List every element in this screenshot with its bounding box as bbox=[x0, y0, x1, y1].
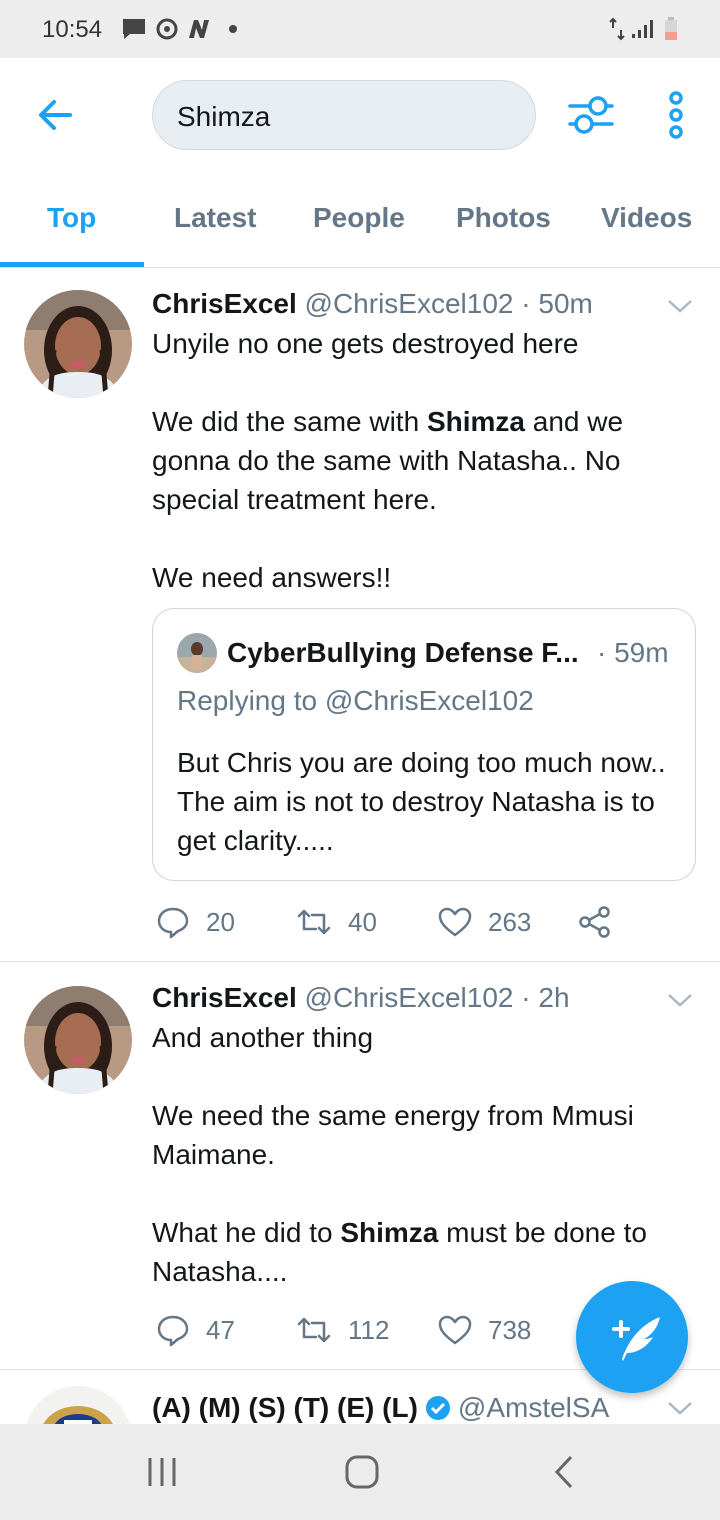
status-bar: 10:54 bbox=[0, 0, 720, 58]
data-arrows-icon bbox=[606, 17, 628, 41]
replying-to[interactable]: Replying to @ChrisExcel102 bbox=[177, 685, 534, 717]
author-handle[interactable]: @ChrisExcel102 bbox=[305, 982, 514, 1013]
recents-icon[interactable] bbox=[146, 1454, 178, 1490]
retweet-icon bbox=[297, 909, 331, 935]
back-arrow-icon[interactable] bbox=[32, 92, 78, 138]
quote-avatar bbox=[177, 633, 217, 673]
share-button[interactable] bbox=[578, 902, 612, 942]
verified-badge-icon bbox=[425, 1396, 450, 1420]
reply-icon bbox=[157, 907, 189, 939]
back-icon[interactable] bbox=[552, 1454, 576, 1490]
quote-time: · 59m bbox=[597, 637, 669, 668]
avatar[interactable] bbox=[24, 1386, 132, 1424]
like-button[interactable]: 263 bbox=[438, 902, 531, 942]
more-vertical-icon[interactable] bbox=[662, 90, 690, 140]
search-input[interactable]: Shimza bbox=[152, 80, 536, 150]
chevron-down-icon[interactable] bbox=[666, 296, 694, 316]
tab-top[interactable]: Top bbox=[47, 202, 96, 234]
reply-count: 20 bbox=[206, 906, 235, 937]
active-tab-indicator bbox=[0, 262, 144, 267]
retweet-count: 112 bbox=[348, 1314, 390, 1345]
author-handle[interactable]: @ChrisExcel102 bbox=[305, 288, 514, 319]
tweet-line: And another thing bbox=[152, 1022, 374, 1053]
heart-icon bbox=[438, 907, 472, 937]
search-value: Shimza bbox=[177, 101, 271, 132]
chevron-down-icon[interactable] bbox=[666, 990, 694, 1010]
tab-photos[interactable]: Photos bbox=[456, 202, 551, 234]
quoted-tweet[interactable]: CyberBullying Defense F... · 59m Replyin… bbox=[152, 608, 696, 881]
dot-icon bbox=[226, 17, 240, 41]
retweet-count: 40 bbox=[348, 906, 377, 937]
tweet-line: We did the same with Shimza and we gonna… bbox=[152, 406, 624, 515]
home-icon[interactable] bbox=[344, 1454, 380, 1490]
like-count: 738 bbox=[488, 1314, 532, 1345]
tweet-line: We need answers!! bbox=[152, 562, 392, 593]
battery-low-icon bbox=[662, 17, 680, 41]
tab-videos[interactable]: Videos bbox=[601, 202, 692, 234]
quote-author-name: CyberBullying Defense F... bbox=[227, 637, 579, 668]
retweet-button[interactable]: 40 bbox=[296, 902, 377, 942]
share-icon bbox=[579, 906, 610, 938]
avatar[interactable] bbox=[24, 986, 132, 1094]
author-name[interactable]: (A) (M) (S) (T) (E) (L) bbox=[152, 1392, 418, 1424]
tab-latest[interactable]: Latest bbox=[174, 202, 256, 234]
tweet-line: What he did to Shimza must be done to Na… bbox=[152, 1217, 647, 1287]
tweet-line: Unyile no one gets destroyed here bbox=[152, 328, 579, 359]
chevron-down-icon[interactable] bbox=[666, 1398, 694, 1418]
author-handle[interactable]: @AmstelSA bbox=[458, 1392, 609, 1424]
heart-icon bbox=[438, 1315, 472, 1345]
highlight-term: Shimza bbox=[426, 406, 525, 437]
tweet-text: Unyile no one gets destroyed here We did… bbox=[152, 324, 692, 597]
tweet-time: · 2h bbox=[521, 982, 570, 1013]
tweet-line: We need the same energy from Mmusi Maima… bbox=[152, 1100, 634, 1170]
message-icon bbox=[120, 17, 148, 41]
highlight-term: Shimza bbox=[340, 1217, 439, 1248]
retweet-button[interactable]: 112 bbox=[296, 1310, 389, 1350]
avatar[interactable] bbox=[24, 290, 132, 398]
like-count: 263 bbox=[488, 906, 532, 937]
news-icon bbox=[186, 17, 212, 41]
quote-text: But Chris you are doing too much now.. T… bbox=[177, 747, 666, 856]
reply-count: 47 bbox=[206, 1314, 235, 1345]
like-button[interactable]: 738 bbox=[438, 1310, 531, 1350]
retweet-icon bbox=[297, 1317, 331, 1343]
search-header: Shimza bbox=[0, 58, 720, 170]
reply-button[interactable]: 20 bbox=[156, 902, 235, 942]
tweet-text: And another thing We need the same energ… bbox=[152, 1018, 692, 1291]
tweet-header: (A) (M) (S) (T) (E) (L) @AmstelSA bbox=[152, 1392, 609, 1424]
signal-icon bbox=[630, 17, 654, 41]
reply-button[interactable]: 47 bbox=[156, 1310, 235, 1350]
compose-tweet-button[interactable] bbox=[576, 1281, 688, 1393]
search-tabs: Top Latest People Photos Videos bbox=[0, 170, 720, 268]
reply-icon bbox=[157, 1315, 189, 1347]
system-nav-bar bbox=[0, 1424, 720, 1520]
author-name[interactable]: ChrisExcel bbox=[152, 288, 297, 319]
tweet-header: ChrisExcel @ChrisExcel102 · 2h bbox=[152, 982, 570, 1014]
tweet-actions: 20 40 263 bbox=[152, 902, 672, 942]
tweet-header: ChrisExcel @ChrisExcel102 · 50m bbox=[152, 288, 593, 320]
tweet-card[interactable]: ChrisExcel @ChrisExcel102 · 50m Unyile n… bbox=[0, 268, 720, 962]
status-time: 10:54 bbox=[42, 16, 103, 43]
compose-feather-icon bbox=[612, 1317, 660, 1361]
tab-people[interactable]: People bbox=[313, 202, 405, 234]
author-name[interactable]: ChrisExcel bbox=[152, 982, 297, 1013]
filter-sliders-icon[interactable] bbox=[566, 94, 616, 136]
sync-icon bbox=[154, 17, 180, 41]
tweet-time: · 50m bbox=[521, 288, 593, 319]
